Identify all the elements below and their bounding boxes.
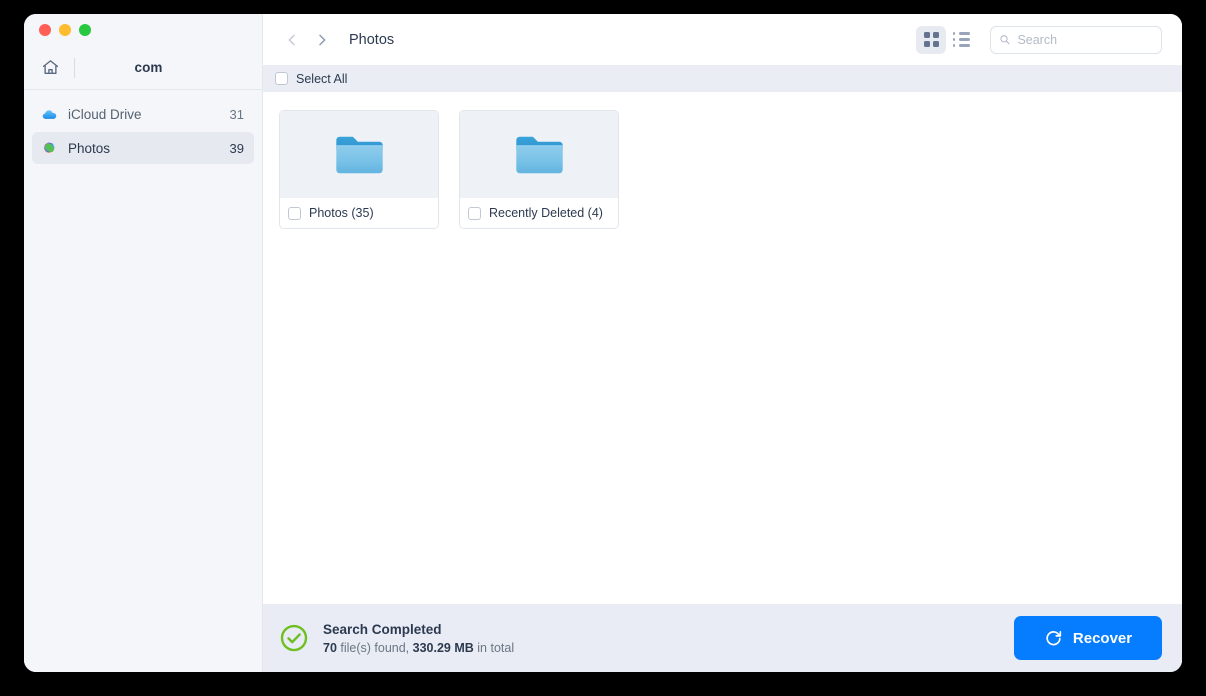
status-text-block: Search Completed 70 file(s) found, 330.2… xyxy=(323,622,514,655)
folder-card[interactable]: Recently Deleted (4) xyxy=(459,110,619,229)
status-bar: Search Completed 70 file(s) found, 330.2… xyxy=(263,604,1182,672)
main-panel: Photos Search Select All Photos (35) Rec… xyxy=(263,14,1182,672)
folder-thumbnail xyxy=(280,111,438,198)
sidebar-item-photos[interactable]: Photos 39 xyxy=(32,132,254,164)
grid-view-button[interactable] xyxy=(916,25,946,54)
status-title: Search Completed xyxy=(323,621,442,637)
list-view-icon xyxy=(952,32,970,47)
refresh-icon xyxy=(1046,630,1062,645)
folder-card[interactable]: Photos (35) xyxy=(279,110,439,229)
zoom-button[interactable] xyxy=(79,24,91,36)
home-icon xyxy=(42,60,58,75)
photos-app-icon xyxy=(40,139,58,157)
list-view-button[interactable] xyxy=(946,26,976,54)
sidebar-item-count: 39 xyxy=(229,140,244,156)
folder-icon xyxy=(335,136,383,173)
sidebar-breadcrumb: com xyxy=(134,60,163,75)
window-controls xyxy=(24,14,262,46)
recover-button-label: Recover xyxy=(1072,629,1133,647)
sidebar-header: com xyxy=(24,46,262,90)
status-total-size: 330.29 MB xyxy=(412,640,474,655)
close-button[interactable] xyxy=(39,24,51,36)
search-icon xyxy=(1000,35,1010,45)
forward-button[interactable] xyxy=(307,25,337,55)
back-button[interactable] xyxy=(277,25,307,55)
select-all-label: Select All xyxy=(296,71,348,86)
folder-checkbox[interactable] xyxy=(288,206,301,220)
folder-icon xyxy=(515,136,563,173)
page-title: Photos xyxy=(349,31,395,48)
status-found-text: file(s) found, xyxy=(336,640,413,655)
folder-name: Photos (35) xyxy=(309,206,374,220)
sidebar-item-count: 31 xyxy=(229,106,244,122)
minimize-button[interactable] xyxy=(59,24,71,36)
folder-thumbnail xyxy=(460,111,618,198)
icloud-drive-icon xyxy=(40,105,58,123)
search-box[interactable] xyxy=(990,25,1162,54)
folder-checkbox[interactable] xyxy=(468,206,481,220)
select-all-checkbox[interactable] xyxy=(275,72,288,85)
status-total-text: in total xyxy=(473,640,515,655)
sidebar-item-list: iCloud Drive 31 Photos 39 xyxy=(24,90,262,166)
folder-card-footer: Recently Deleted (4) xyxy=(460,198,618,228)
status-file-count: 70 xyxy=(323,640,337,655)
folder-card-footer: Photos (35) xyxy=(280,198,438,228)
app-window: com iCloud Drive 31 Photos 39 Photos Sea… xyxy=(24,14,1182,672)
folder-name: Recently Deleted (4) xyxy=(489,206,603,220)
file-grid: Photos (35) Recently Deleted (4) xyxy=(263,92,1182,604)
search-input[interactable] xyxy=(1017,32,1153,47)
desktop-background: com iCloud Drive 31 Photos 39 Photos Sea… xyxy=(0,0,1206,696)
chevron-left-icon xyxy=(288,34,295,45)
sidebar-item-label: iCloud Drive xyxy=(68,106,142,122)
sidebar-item-icloud-drive[interactable]: iCloud Drive 31 xyxy=(32,98,254,130)
toolbar: Photos xyxy=(263,14,1182,65)
chevron-right-icon xyxy=(319,34,326,45)
select-all-bar: Select All xyxy=(263,65,1182,92)
grid-view-icon xyxy=(923,32,939,47)
check-circle-icon xyxy=(280,624,308,652)
sidebar: com iCloud Drive 31 Photos 39 xyxy=(24,14,263,672)
status-summary: 70 file(s) found, 330.29 MB in total xyxy=(323,641,514,655)
recover-button[interactable]: Recover xyxy=(1014,616,1162,660)
home-button[interactable] xyxy=(38,56,62,80)
sidebar-item-label: Photos xyxy=(68,140,111,156)
